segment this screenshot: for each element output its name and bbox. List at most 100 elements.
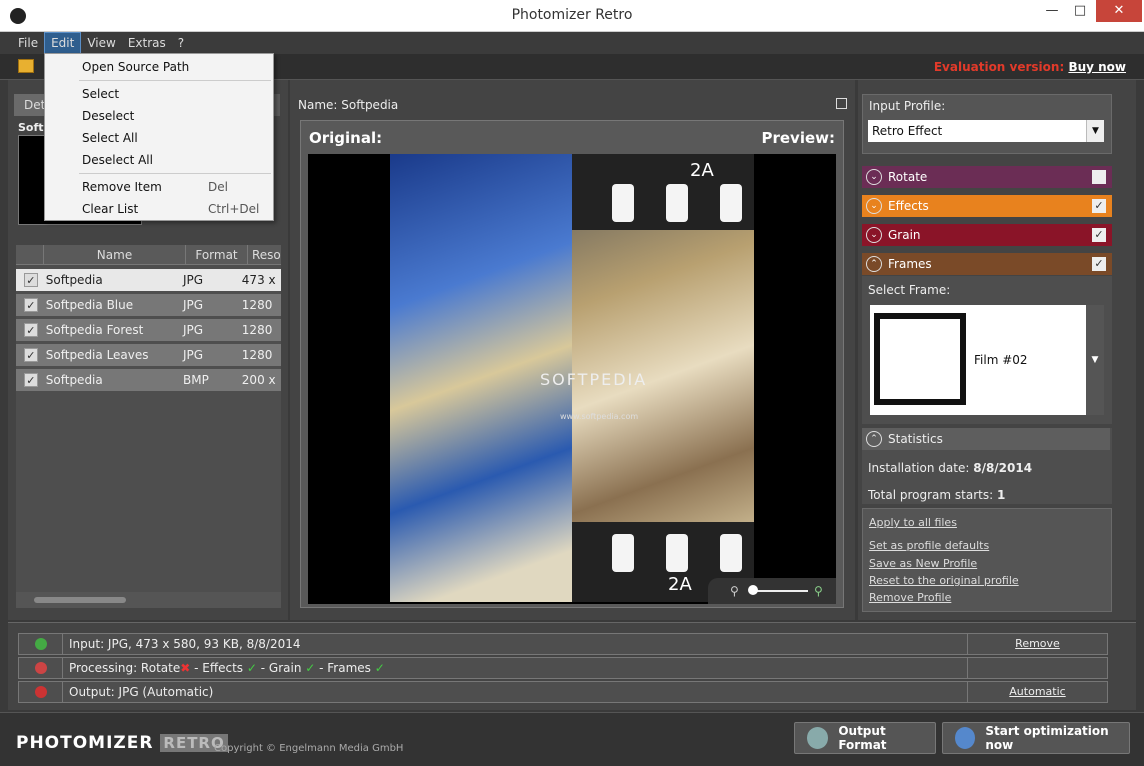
- folder-icon[interactable]: [18, 59, 34, 73]
- zoom-slider[interactable]: ⚲ ⚲: [708, 578, 836, 604]
- zoom-handle[interactable]: [748, 585, 758, 595]
- preview-label: Preview:: [761, 129, 835, 147]
- file-resolution: 200 x: [241, 373, 276, 387]
- statistics-header[interactable]: ⌃ Statistics: [862, 428, 1110, 450]
- horizontal-scrollbar[interactable]: [16, 592, 281, 608]
- file-name: Softpedia Blue: [45, 298, 134, 312]
- scrollbar-thumb[interactable]: [34, 597, 126, 603]
- program-starts-row: Total program starts: 1: [868, 488, 1005, 502]
- check-icon: ✓: [374, 661, 385, 675]
- remove-link[interactable]: Remove: [967, 634, 1107, 654]
- menu-file[interactable]: File: [12, 33, 44, 53]
- zoom-in-icon[interactable]: ⚲: [814, 584, 823, 598]
- chevron-up-icon[interactable]: ⌃: [866, 431, 882, 447]
- film-label-top: 2A: [690, 160, 714, 181]
- evaluation-notice: Evaluation version: Buy now: [934, 60, 1126, 74]
- brand-logo: PHOTOMIZER RETRO: [16, 733, 228, 753]
- start-optimization-button[interactable]: Start optimization now: [942, 722, 1130, 754]
- gear-icon: [807, 727, 829, 749]
- buy-now-link[interactable]: Buy now: [1068, 60, 1126, 74]
- edit-menu-dropdown: Open Source Path Select Deselect Select …: [44, 53, 274, 221]
- column-resolution[interactable]: Reso: [248, 245, 281, 264]
- menu-view[interactable]: View: [81, 33, 121, 53]
- menu-extras[interactable]: Extras: [122, 33, 172, 53]
- frame-value: Film #02: [974, 353, 1028, 367]
- section-grain[interactable]: ⌄ Grain ✓: [862, 224, 1112, 246]
- column-name[interactable]: Name: [44, 245, 186, 264]
- install-date-row: Installation date: 8/8/2014: [868, 461, 1032, 475]
- menu-select-all[interactable]: Select All: [82, 131, 138, 145]
- grain-checkbox[interactable]: ✓: [1092, 228, 1106, 242]
- section-frames[interactable]: ⌃ Frames ✓: [862, 253, 1112, 275]
- section-rotate[interactable]: ⌄ Rotate: [862, 166, 1112, 188]
- profile-select[interactable]: Retro Effect ▼: [868, 120, 1104, 142]
- menu-help[interactable]: ?: [172, 33, 190, 53]
- film-label-bottom: 2A: [668, 574, 692, 595]
- automatic-link[interactable]: Automatic: [967, 682, 1107, 702]
- menu-remove-item[interactable]: Remove Item: [82, 180, 162, 194]
- row-checkbox[interactable]: ✓: [24, 373, 38, 387]
- processing-grain: - Grain: [256, 661, 302, 675]
- processing-rotate: Processing: Rotate: [69, 661, 181, 675]
- output-format-button[interactable]: Output Format: [794, 722, 936, 754]
- table-row[interactable]: ✓ Softpedia JPG 473 x: [16, 269, 281, 291]
- effects-checkbox[interactable]: ✓: [1092, 199, 1106, 213]
- processing-effects: - Effects: [190, 661, 244, 675]
- chevron-up-icon[interactable]: ⌃: [866, 256, 882, 272]
- frames-checkbox[interactable]: ✓: [1092, 257, 1106, 271]
- chevron-down-icon[interactable]: ▼: [1086, 120, 1104, 142]
- table-row[interactable]: ✓ Softpedia Blue JPG 1280: [16, 294, 281, 316]
- file-format: JPG: [182, 298, 204, 312]
- input-info-text: Input: JPG, 473 x 580, 93 KB, 8/8/2014: [69, 637, 301, 651]
- brand-name: PHOTOMIZER: [16, 733, 154, 753]
- table-row[interactable]: ✓ Softpedia Leaves JPG 1280: [16, 344, 281, 366]
- column-check: [16, 245, 44, 264]
- install-date-label: Installation date:: [868, 461, 970, 475]
- menu-deselect[interactable]: Deselect: [82, 109, 134, 123]
- program-starts-label: Total program starts:: [868, 488, 994, 502]
- select-frame-label: Select Frame:: [868, 283, 951, 297]
- processing-info-text: Processing: Rotate✖ - Effects ✓ - Grain …: [63, 661, 967, 675]
- menu-deselect-all[interactable]: Deselect All: [82, 153, 153, 167]
- row-checkbox[interactable]: ✓: [24, 323, 38, 337]
- row-checkbox[interactable]: ✓: [24, 348, 38, 362]
- check-icon: ✓: [305, 661, 316, 675]
- save-new-profile-link[interactable]: Save as New Profile: [869, 557, 977, 570]
- remove-profile-link[interactable]: Remove Profile: [869, 591, 951, 604]
- menu-clear-list[interactable]: Clear List: [82, 202, 138, 216]
- close-button[interactable]: ✕: [1096, 0, 1142, 22]
- column-format[interactable]: Format: [186, 245, 248, 264]
- file-name: Softpedia Forest: [45, 323, 144, 337]
- set-defaults-link[interactable]: Set as profile defaults: [869, 539, 989, 552]
- window-title: Photomizer Retro: [511, 7, 633, 23]
- table-row[interactable]: ✓ Softpedia Forest JPG 1280: [16, 319, 281, 341]
- frame-thumbnail: [874, 313, 966, 405]
- menu-edit[interactable]: Edit: [44, 32, 82, 54]
- chevron-down-icon[interactable]: ⌄: [866, 227, 882, 243]
- input-icon: [19, 634, 63, 654]
- table-row[interactable]: ✓ Softpedia BMP 200 x: [16, 369, 281, 391]
- chevron-down-icon[interactable]: ⌄: [866, 169, 882, 185]
- chevron-down-icon[interactable]: ⌄: [866, 198, 882, 214]
- check-icon: ✓: [246, 661, 257, 675]
- processing-action: [967, 658, 1107, 678]
- row-checkbox[interactable]: ✓: [24, 273, 38, 287]
- zoom-out-icon[interactable]: ⚲: [730, 584, 739, 598]
- menu-select[interactable]: Select: [82, 87, 119, 101]
- processing-info-row: Processing: Rotate✖ - Effects ✓ - Grain …: [18, 657, 1108, 679]
- apply-all-link[interactable]: Apply to all files: [869, 516, 957, 529]
- file-name: Softpedia: [45, 273, 103, 287]
- install-date-value: 8/8/2014: [973, 461, 1033, 475]
- section-effects[interactable]: ⌄ Effects ✓: [862, 195, 1112, 217]
- reset-profile-link[interactable]: Reset to the original profile: [869, 574, 1019, 587]
- rotate-checkbox[interactable]: [1092, 170, 1106, 184]
- menu-open-source-path[interactable]: Open Source Path: [82, 60, 189, 74]
- expand-icon[interactable]: [836, 98, 847, 109]
- footer: PHOTOMIZER RETRO Copyright © Engelmann M…: [0, 712, 1144, 766]
- maximize-button[interactable]: □: [1064, 0, 1096, 22]
- chevron-down-icon[interactable]: ▼: [1086, 305, 1104, 415]
- row-checkbox[interactable]: ✓: [24, 298, 38, 312]
- frame-select[interactable]: Film #02 ▼: [870, 305, 1104, 415]
- file-format: JPG: [182, 273, 204, 287]
- statistics-panel: ⌃ Statistics Installation date: 8/8/2014 …: [862, 428, 1112, 504]
